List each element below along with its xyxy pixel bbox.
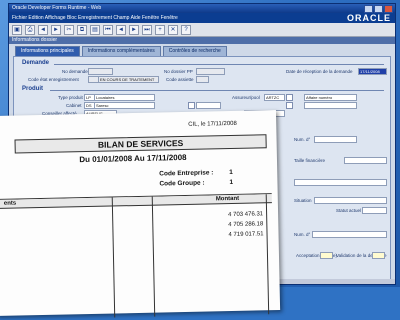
section-demande: Demande bbox=[22, 60, 50, 66]
date-reception-label: Date de réception de la demande bbox=[286, 69, 353, 74]
window-titlebar: Oracle Developer Forms Runtime - Web bbox=[9, 4, 395, 13]
code-entreprise-value: 1 bbox=[229, 168, 233, 177]
right-field-5[interactable] bbox=[362, 207, 387, 214]
report-table: ents Montant 4 703 476.31 4 705 286.18 4… bbox=[0, 193, 275, 320]
insert-record-icon[interactable]: + bbox=[155, 24, 165, 35]
table-divider bbox=[151, 196, 156, 317]
assureur-field[interactable]: ARTZC bbox=[264, 94, 285, 101]
amount-row: 4 719 017.51 bbox=[228, 231, 264, 239]
maximize-button[interactable] bbox=[374, 5, 383, 13]
amount-row: 4 705 286.18 bbox=[228, 221, 264, 229]
right-label-1: Num. d° bbox=[294, 137, 311, 142]
code-etat-field[interactable]: EN COURS DE TRAITEMENT bbox=[98, 76, 159, 83]
right-label-2: Taille financière bbox=[294, 158, 326, 163]
code-assiette-field[interactable] bbox=[196, 76, 209, 83]
menu-bar: Fichier Edition Affichage Bloc Enregistr… bbox=[9, 13, 395, 23]
right-field-1[interactable] bbox=[314, 136, 357, 143]
right-label-4: Statut actuel bbox=[336, 208, 362, 213]
toolbar: ▣ ⎙ ◄ ► ✂ ⧉ ▤ ⏮ ◄ ► ⏭ + ✕ ? bbox=[9, 23, 395, 37]
section-divider bbox=[54, 64, 384, 65]
code-etat-label: Code état enregistrement bbox=[28, 77, 79, 82]
assureur-checkbox[interactable] bbox=[286, 94, 293, 101]
type-produit-field[interactable]: Locataires bbox=[94, 94, 155, 101]
right-field-6[interactable] bbox=[312, 231, 387, 238]
print-icon[interactable]: ⎙ bbox=[25, 24, 35, 35]
paste-icon[interactable]: ▤ bbox=[90, 24, 100, 35]
tab-strip: Informations principales Informations co… bbox=[9, 44, 395, 56]
right-field-4[interactable] bbox=[314, 197, 387, 204]
back-icon[interactable]: ◄ bbox=[38, 24, 48, 35]
amount-row: 4 703 476.31 bbox=[228, 211, 264, 219]
oracle-logo: ORACLE bbox=[347, 13, 391, 23]
cabinet-field[interactable]: Saresc bbox=[94, 102, 155, 109]
cabinet-checkbox[interactable] bbox=[188, 102, 195, 109]
next-record-icon[interactable]: ► bbox=[129, 24, 139, 35]
previous-record-icon[interactable]: ◄ bbox=[116, 24, 126, 35]
no-dossier-label: No dossier PP bbox=[164, 69, 193, 74]
cabinet-label: Cabinet bbox=[66, 103, 82, 108]
code-groupe-label: Code Groupe : bbox=[159, 179, 205, 188]
code-assiette-label: Code assiette bbox=[166, 77, 194, 82]
assureur-label: Assureur/pool bbox=[232, 95, 260, 100]
cut-icon[interactable]: ✂ bbox=[64, 24, 74, 35]
menu-items[interactable]: Fichier Edition Affichage Bloc Enregistr… bbox=[12, 15, 178, 21]
validation-field[interactable] bbox=[372, 252, 385, 259]
tab-informations-principales[interactable]: Informations principales bbox=[15, 46, 80, 56]
table-divider bbox=[111, 197, 116, 318]
window-controls bbox=[364, 5, 393, 13]
no-dossier-field[interactable] bbox=[196, 68, 225, 75]
right-label-3: Situation bbox=[294, 198, 312, 203]
no-demande-field[interactable] bbox=[88, 68, 113, 75]
section-produit: Produit bbox=[22, 86, 43, 92]
report-title: BILAN DE SERVICES bbox=[14, 134, 267, 154]
delete-record-icon[interactable]: ✕ bbox=[168, 24, 178, 35]
report-date: CIL, le 17/11/2008 bbox=[188, 120, 237, 128]
report-period: Du 01/01/2008 Au 17/11/2008 bbox=[79, 152, 187, 165]
no-demande-label: No demande bbox=[62, 69, 88, 74]
forward-icon[interactable]: ► bbox=[51, 24, 61, 35]
option-field[interactable] bbox=[304, 102, 357, 109]
minimize-button[interactable] bbox=[364, 5, 373, 13]
date-reception-field[interactable]: 17/11/2008 bbox=[358, 68, 387, 75]
right-field-3[interactable] bbox=[294, 179, 387, 186]
close-button[interactable] bbox=[384, 5, 393, 13]
help-icon[interactable]: ? bbox=[181, 24, 191, 35]
affaire-field[interactable]: Affaire numéro bbox=[304, 94, 357, 101]
tab-informations-complementaires[interactable]: Informations complémentaires bbox=[81, 46, 161, 56]
column-header-montant: Montant bbox=[215, 195, 240, 203]
tab-controles-recherche[interactable]: Contrôles de recherche bbox=[162, 46, 227, 56]
table-divider bbox=[265, 194, 270, 315]
copy-icon[interactable]: ⧉ bbox=[77, 24, 87, 35]
code-entreprise-label: Code Entreprise : bbox=[159, 169, 214, 178]
right-label-5: Num. d° bbox=[294, 232, 311, 237]
first-record-icon[interactable]: ⏮ bbox=[103, 24, 113, 35]
last-record-icon[interactable]: ⏭ bbox=[142, 24, 152, 35]
form-title-bar: Informations dossier bbox=[9, 37, 395, 44]
option-checkbox[interactable] bbox=[286, 102, 293, 109]
report-document: CIL, le 17/11/2008 BILAN DE SERVICES Du … bbox=[0, 110, 281, 320]
right-field-2[interactable] bbox=[344, 157, 387, 164]
section-divider bbox=[50, 90, 384, 91]
acceptation-field[interactable] bbox=[320, 252, 333, 259]
save-icon[interactable]: ▣ bbox=[12, 24, 22, 35]
window-title: Oracle Developer Forms Runtime - Web bbox=[12, 5, 102, 11]
code-groupe-value: 1 bbox=[229, 178, 234, 187]
report-table-header: ents Montant bbox=[0, 194, 272, 209]
column-header-left: ents bbox=[3, 200, 17, 207]
type-produit-label: Type produit bbox=[58, 95, 83, 100]
cabinet-extra-field[interactable] bbox=[196, 102, 221, 109]
